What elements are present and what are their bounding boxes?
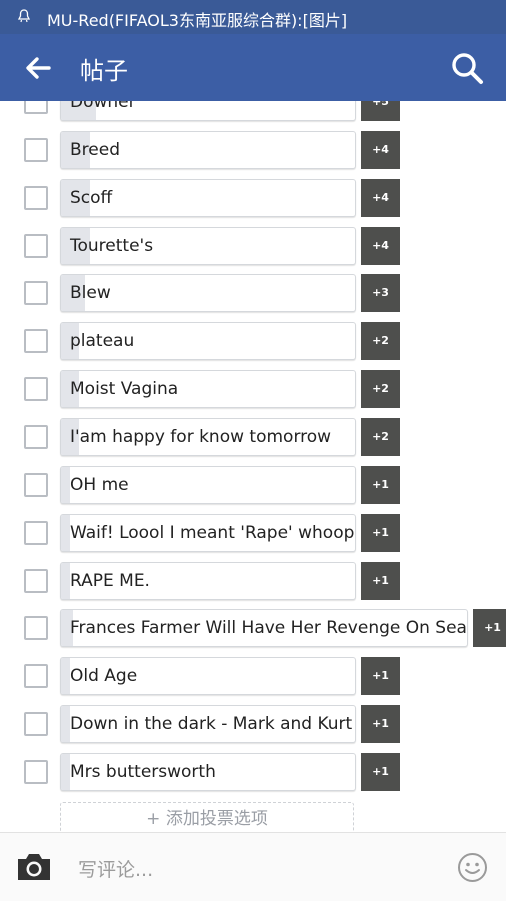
status-notification-text: MU-Red(FIFAOL3东南亚服综合群):[图片]	[47, 11, 348, 30]
poll-vote-count-badge: +1	[473, 609, 506, 648]
poll-option-row[interactable]: RAPE ME. +1	[0, 561, 506, 601]
poll-option-bar[interactable]: Mrs buttersworth	[60, 752, 356, 791]
poll-option-row[interactable]: Blew +3	[0, 273, 506, 313]
poll-option-bar[interactable]: Frances Farmer Will Have Her Revenge On …	[60, 609, 468, 648]
poll-option-row[interactable]: Breed +4	[0, 130, 506, 170]
poll-option-row[interactable]: plateau +2	[0, 321, 506, 361]
poll-vote-count-badge: +1	[361, 561, 400, 600]
poll-option-checkbox[interactable]	[24, 185, 48, 210]
poll-option-checkbox[interactable]	[24, 520, 48, 545]
poll-option-checkbox[interactable]	[24, 281, 48, 306]
poll-option-checkbox[interactable]	[24, 712, 48, 737]
poll-option-label: Mrs buttersworth	[70, 761, 216, 782]
poll-vote-count-badge: +2	[361, 322, 400, 361]
poll-option-row[interactable]: OH me +1	[0, 465, 506, 505]
app-bar: 帖子	[0, 34, 506, 101]
poll-option-bar[interactable]: Downer	[60, 101, 356, 121]
poll-option-checkbox[interactable]	[24, 568, 48, 593]
poll-vote-count-badge: +1	[361, 513, 400, 552]
poll-option-bar[interactable]: OH me	[60, 465, 356, 504]
search-icon[interactable]	[450, 51, 484, 85]
poll-option-label: plateau	[70, 331, 135, 352]
poll-option-label: Old Age	[70, 666, 138, 687]
poll-option-label: Moist Vagina	[70, 379, 179, 400]
poll-option-row[interactable]: Tourette's +4	[0, 226, 506, 266]
poll-vote-count-badge: +2	[361, 370, 400, 409]
poll-option-bar[interactable]: Down in the dark - Mark and Kurt	[60, 705, 356, 744]
poll-option-row[interactable]: Frances Farmer Will Have Her Revenge On …	[0, 608, 506, 648]
poll-option-progress-fill	[61, 658, 70, 695]
poll-vote-count-badge: +4	[361, 130, 400, 169]
poll-option-checkbox[interactable]	[24, 759, 48, 784]
poll-option-progress-fill	[61, 562, 70, 599]
poll-option-bar[interactable]: RAPE ME.	[60, 561, 356, 600]
poll-option-bar[interactable]: Tourette's	[60, 226, 356, 265]
poll-option-checkbox[interactable]	[24, 472, 48, 497]
poll-option-bar[interactable]: Old Age	[60, 657, 356, 696]
poll-option-checkbox[interactable]	[24, 424, 48, 449]
poll-option-progress-fill	[61, 706, 70, 743]
poll-vote-count-badge: +3	[361, 274, 400, 313]
poll-vote-count-badge: +4	[361, 226, 400, 265]
poll-option-bar[interactable]: plateau	[60, 322, 356, 361]
poll-option-bar[interactable]: Scoff	[60, 178, 356, 217]
poll-option-label: I'am happy for know tomorrow	[70, 426, 332, 447]
poll-vote-count-badge: +1	[361, 752, 400, 791]
add-poll-option-button[interactable]: + 添加投票选项	[60, 801, 354, 832]
poll-option-row[interactable]: Down in the dark - Mark and Kurt +1	[0, 704, 506, 744]
back-arrow-icon[interactable]	[22, 52, 54, 84]
poll-vote-count-badge: +2	[361, 417, 400, 456]
poll-option-checkbox[interactable]	[24, 664, 48, 689]
qq-notification-icon	[17, 9, 31, 23]
poll-option-label: Breed	[70, 139, 120, 160]
smiley-icon[interactable]	[457, 852, 488, 883]
poll-option-checkbox[interactable]	[24, 233, 48, 258]
poll-option-list[interactable]: Downer +5 Breed +4 Scoff +4 Tourette's +4 Blew +3…	[0, 101, 506, 832]
camera-icon[interactable]	[15, 851, 53, 883]
poll-vote-count-badge: +1	[361, 705, 400, 744]
poll-vote-count-badge: +4	[361, 178, 400, 217]
poll-option-row[interactable]: Waif! Loool I meant 'Rape' whoops. +1	[0, 513, 506, 553]
poll-vote-count-badge: +1	[361, 465, 400, 504]
poll-option-bar[interactable]: Waif! Loool I meant 'Rape' whoops.	[60, 513, 356, 552]
status-bar: MU-Red(FIFAOL3东南亚服综合群):[图片]	[0, 0, 506, 34]
comment-input[interactable]: 写评论...	[78, 855, 153, 882]
poll-option-row[interactable]: I'am happy for know tomorrow +2	[0, 417, 506, 457]
poll-option-label: Tourette's	[70, 235, 154, 256]
poll-option-bar[interactable]: Moist Vagina	[60, 370, 356, 409]
poll-option-progress-fill	[61, 753, 70, 790]
poll-option-label: Downer	[70, 101, 136, 112]
poll-option-progress-fill	[61, 514, 70, 551]
comment-bar: 写评论...	[0, 832, 506, 901]
poll-option-label: OH me	[70, 474, 129, 495]
poll-option-checkbox[interactable]	[24, 101, 48, 114]
poll-option-bar[interactable]: I'am happy for know tomorrow	[60, 417, 356, 456]
poll-vote-count-badge: +1	[361, 657, 400, 696]
poll-option-row[interactable]: Old Age +1	[0, 656, 506, 696]
poll-option-row[interactable]: Moist Vagina +2	[0, 369, 506, 409]
poll-option-label: Frances Farmer Will Have Her Revenge On …	[70, 618, 468, 639]
poll-option-checkbox[interactable]	[24, 377, 48, 402]
poll-option-label: Waif! Loool I meant 'Rape' whoops.	[70, 522, 356, 543]
poll-option-label: Blew	[70, 283, 111, 304]
poll-option-checkbox[interactable]	[24, 137, 48, 162]
poll-option-row[interactable]: Mrs buttersworth +1	[0, 752, 506, 792]
poll-option-label: Scoff	[70, 187, 113, 208]
poll-option-checkbox[interactable]	[24, 329, 48, 354]
poll-option-label: Down in the dark - Mark and Kurt	[70, 714, 353, 735]
poll-option-checkbox[interactable]	[24, 616, 48, 641]
poll-option-bar[interactable]: Blew	[60, 274, 356, 313]
poll-option-bar[interactable]: Breed	[60, 130, 356, 169]
page-title: 帖子	[80, 57, 128, 85]
poll-option-row[interactable]: Downer +5	[0, 101, 506, 122]
poll-vote-count-badge: +5	[361, 101, 400, 121]
poll-option-row[interactable]: Scoff +4	[0, 178, 506, 218]
poll-option-progress-fill	[61, 466, 70, 503]
poll-option-label: RAPE ME.	[70, 570, 150, 591]
